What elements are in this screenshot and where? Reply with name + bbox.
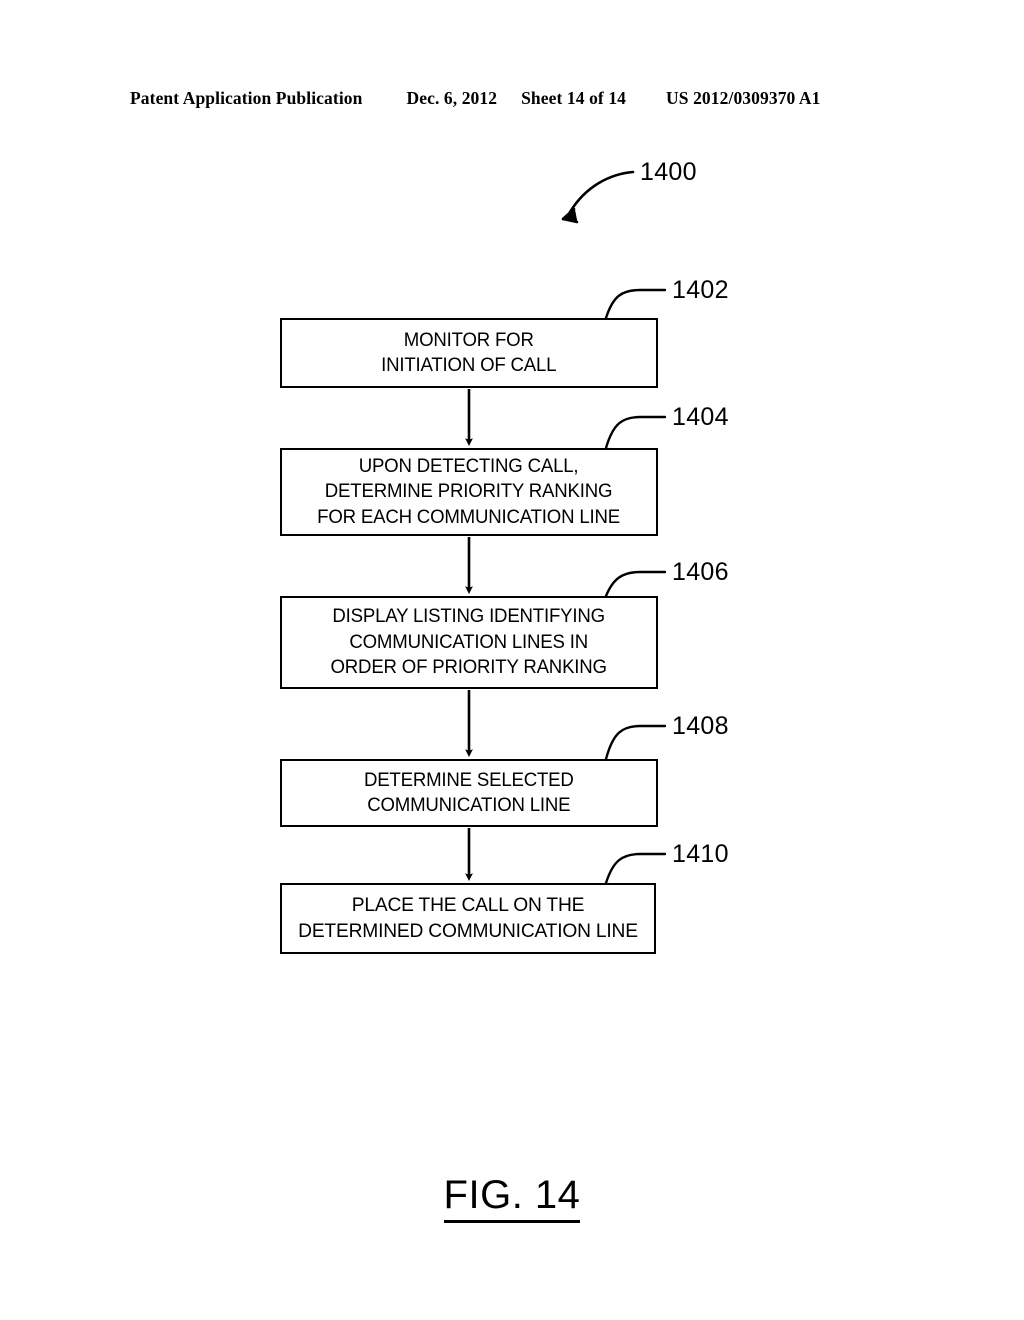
- flow-step-text-1408: DETERMINE SELECTED COMMUNICATION LINE: [364, 768, 574, 817]
- figure-14-flowchart: 1400 MONITOR FOR INITIATION OF CALL 1402…: [0, 0, 1024, 1320]
- flow-step-text-1404: UPON DETECTING CALL, DETERMINE PRIORITY …: [317, 454, 621, 528]
- reference-numeral-1410: 1410: [672, 840, 729, 868]
- flow-step-box-1408: DETERMINE SELECTED COMMUNICATION LINE: [280, 759, 658, 827]
- flow-step-text-1406: DISPLAY LISTING IDENTIFYING COMMUNICATIO…: [330, 605, 608, 679]
- flow-step-box-1406: DISPLAY LISTING IDENTIFYING COMMUNICATIO…: [280, 596, 658, 689]
- leader-line-1400: [561, 170, 635, 224]
- flow-step-box-1410: PLACE THE CALL ON THE DETERMINED COMMUNI…: [280, 883, 656, 954]
- flow-step-box-1402: MONITOR FOR INITIATION OF CALL: [280, 318, 658, 388]
- figure-caption-text: FIG. 14: [443, 1173, 581, 1223]
- reference-numeral-1402: 1402: [672, 276, 729, 304]
- flow-step-text-1410: PLACE THE CALL ON THE DETERMINED COMMUNI…: [298, 894, 638, 942]
- reference-numeral-1406: 1406: [672, 558, 729, 586]
- flow-step-box-1404: UPON DETECTING CALL, DETERMINE PRIORITY …: [280, 448, 658, 536]
- reference-numeral-1400: 1400: [640, 158, 697, 186]
- leader-line-1404: [604, 415, 667, 450]
- leader-line-1410: [604, 852, 667, 885]
- leader-line-1402: [604, 288, 667, 320]
- reference-numeral-1408: 1408: [672, 712, 729, 740]
- flow-step-text-1402: MONITOR FOR INITIATION OF CALL: [381, 328, 557, 377]
- figure-caption: FIG. 14: [0, 1173, 1024, 1223]
- leader-line-1408: [604, 724, 667, 761]
- leader-line-1406: [604, 570, 667, 598]
- reference-numeral-1404: 1404: [672, 403, 729, 431]
